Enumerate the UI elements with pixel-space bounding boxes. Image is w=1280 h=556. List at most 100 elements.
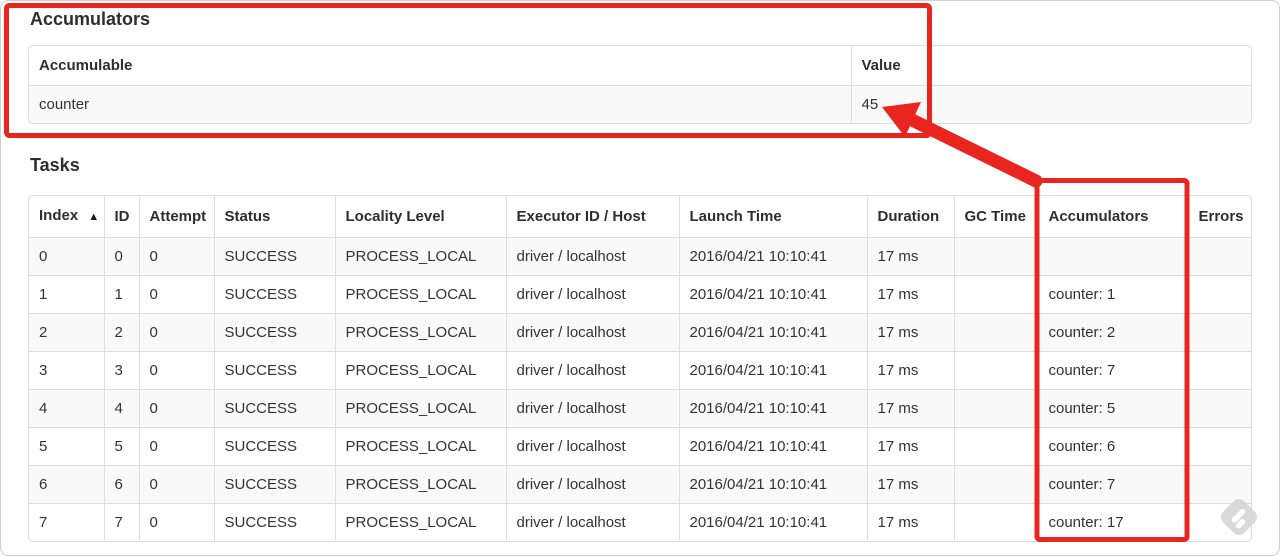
table-cell: driver / localhost xyxy=(505,465,679,504)
table-cell: 4 xyxy=(103,389,139,428)
table-cell: counter xyxy=(29,85,851,123)
column-header-label: Index xyxy=(39,207,79,224)
table-cell: 2016/04/21 10:10:41 xyxy=(678,351,867,390)
table-cell: driver / localhost xyxy=(505,275,679,314)
feedly-watermark-icon xyxy=(1221,499,1257,535)
table-row: 3 3 0 SUCCESS PROCESS_LOCAL driver / localhos… xyxy=(29,351,1251,390)
table-cell: 0 xyxy=(138,389,214,428)
table-cell: 17 ms xyxy=(866,503,954,541)
table-cell xyxy=(1037,237,1188,276)
table-cell: counter: 1 xyxy=(1037,275,1188,314)
table-cell: driver / localhost xyxy=(505,313,679,352)
column-header-label: Accumulators xyxy=(1048,208,1149,225)
table-cell: SUCCESS xyxy=(213,237,335,276)
accumulators-section-heading: Accumulators xyxy=(30,9,151,29)
table-cell: driver / localhost xyxy=(505,427,679,466)
table-cell: driver / localhost xyxy=(505,389,679,428)
table-cell: driver / localhost xyxy=(505,503,679,541)
table-cell: PROCESS_LOCAL xyxy=(334,503,506,541)
table-cell: 17 ms xyxy=(866,427,954,466)
column-header-label: Locality Level xyxy=(345,208,445,225)
table-row: counter 45 xyxy=(29,85,1251,123)
table-cell xyxy=(1187,389,1251,428)
column-header-index[interactable]: Index ▲ xyxy=(29,196,104,238)
table-cell xyxy=(1187,237,1251,276)
column-header-status[interactable]: Status xyxy=(213,196,335,238)
table-cell: 2016/04/21 10:10:41 xyxy=(678,275,867,314)
column-header-executor-id-host[interactable]: Executor ID / Host xyxy=(505,196,679,238)
table-cell xyxy=(953,275,1038,314)
table-cell: 2016/04/21 10:10:41 xyxy=(678,237,867,276)
table-cell: counter: 6 xyxy=(1037,427,1188,466)
table-cell: SUCCESS xyxy=(213,275,335,314)
table-cell: 1 xyxy=(29,275,104,314)
table-cell xyxy=(953,351,1038,390)
table-cell: 2016/04/21 10:10:41 xyxy=(678,503,867,541)
table-cell: 0 xyxy=(138,427,214,466)
column-header-id[interactable]: ID xyxy=(103,196,139,238)
table-row: 7 7 0 SUCCESS PROCESS_LOCAL driver / localhos… xyxy=(29,503,1251,541)
table-cell: 2016/04/21 10:10:41 xyxy=(678,389,867,428)
table-cell: 0 xyxy=(138,503,214,541)
table-header-row: Index ▲ ID Attempt Status Locality Level Execu… xyxy=(29,196,1251,238)
table-cell xyxy=(953,503,1038,541)
table-cell: counter: 7 xyxy=(1037,351,1188,390)
table-cell: PROCESS_LOCAL xyxy=(334,351,506,390)
table-cell: 0 xyxy=(103,237,139,276)
table-cell: 17 ms xyxy=(866,313,954,352)
table-cell: 45 xyxy=(850,85,1251,123)
column-header-value[interactable]: Value xyxy=(850,46,1251,86)
column-header-locality-level[interactable]: Locality Level xyxy=(334,196,506,238)
column-header-accumulable[interactable]: Accumulable xyxy=(29,46,851,86)
column-header-gc-time[interactable]: GC Time xyxy=(953,196,1038,238)
table-cell: 2016/04/21 10:10:41 xyxy=(678,313,867,352)
column-header-label: Launch Time xyxy=(689,208,782,225)
table-cell: 0 xyxy=(138,351,214,390)
table-row: 2 2 0 SUCCESS PROCESS_LOCAL driver / localhos… xyxy=(29,313,1251,352)
sort-ascending-icon: ▲ xyxy=(88,211,100,223)
column-header-label: ID xyxy=(114,208,130,225)
table-cell: 0 xyxy=(138,465,214,504)
table-cell: 17 ms xyxy=(866,389,954,428)
table-cell: 2016/04/21 10:10:41 xyxy=(678,427,867,466)
table-cell: 7 xyxy=(29,503,104,541)
table-cell xyxy=(1187,275,1251,314)
column-header-label: GC Time xyxy=(964,208,1026,225)
column-header-duration[interactable]: Duration xyxy=(866,196,954,238)
table-cell xyxy=(953,465,1038,504)
spark-ui-page: Accumulators Accumulable Value counter 45 … xyxy=(0,0,1280,542)
table-cell: PROCESS_LOCAL xyxy=(334,275,506,314)
column-header-launch-time[interactable]: Launch Time xyxy=(678,196,867,238)
column-header-attempt[interactable]: Attempt xyxy=(138,196,214,238)
table-cell xyxy=(953,427,1038,466)
table-cell xyxy=(1187,313,1251,352)
table-cell: 17 ms xyxy=(866,237,954,276)
table-cell xyxy=(953,237,1038,276)
table-cell: 4 xyxy=(29,389,104,428)
table-cell: counter: 7 xyxy=(1037,465,1188,504)
table-cell: 5 xyxy=(29,427,104,466)
table-cell: 3 xyxy=(103,351,139,390)
table-row: 5 5 0 SUCCESS PROCESS_LOCAL driver / localhos… xyxy=(29,427,1251,466)
table-cell xyxy=(953,389,1038,428)
table-cell: 0 xyxy=(138,313,214,352)
table-cell: 3 xyxy=(29,351,104,390)
table-cell: counter: 5 xyxy=(1037,389,1188,428)
table-row: 4 4 0 SUCCESS PROCESS_LOCAL driver / localhos… xyxy=(29,389,1251,428)
table-cell: driver / localhost xyxy=(505,351,679,390)
table-cell: 17 ms xyxy=(866,275,954,314)
table-cell: 17 ms xyxy=(866,351,954,390)
accumulators-table-container: Accumulable Value counter 45 xyxy=(28,45,1252,124)
table-cell xyxy=(953,313,1038,352)
table-cell: 6 xyxy=(103,465,139,504)
column-header-label: Value xyxy=(861,57,901,74)
column-header-accumulators[interactable]: Accumulators xyxy=(1037,196,1188,238)
column-header-label: Accumulable xyxy=(39,57,133,74)
table-cell: PROCESS_LOCAL xyxy=(334,465,506,504)
table-cell: PROCESS_LOCAL xyxy=(334,237,506,276)
table-cell: 5 xyxy=(103,427,139,466)
table-cell xyxy=(1187,351,1251,390)
column-header-errors[interactable]: Errors xyxy=(1187,196,1251,238)
table-cell: 0 xyxy=(29,237,104,276)
column-header-label: Duration xyxy=(877,208,940,225)
